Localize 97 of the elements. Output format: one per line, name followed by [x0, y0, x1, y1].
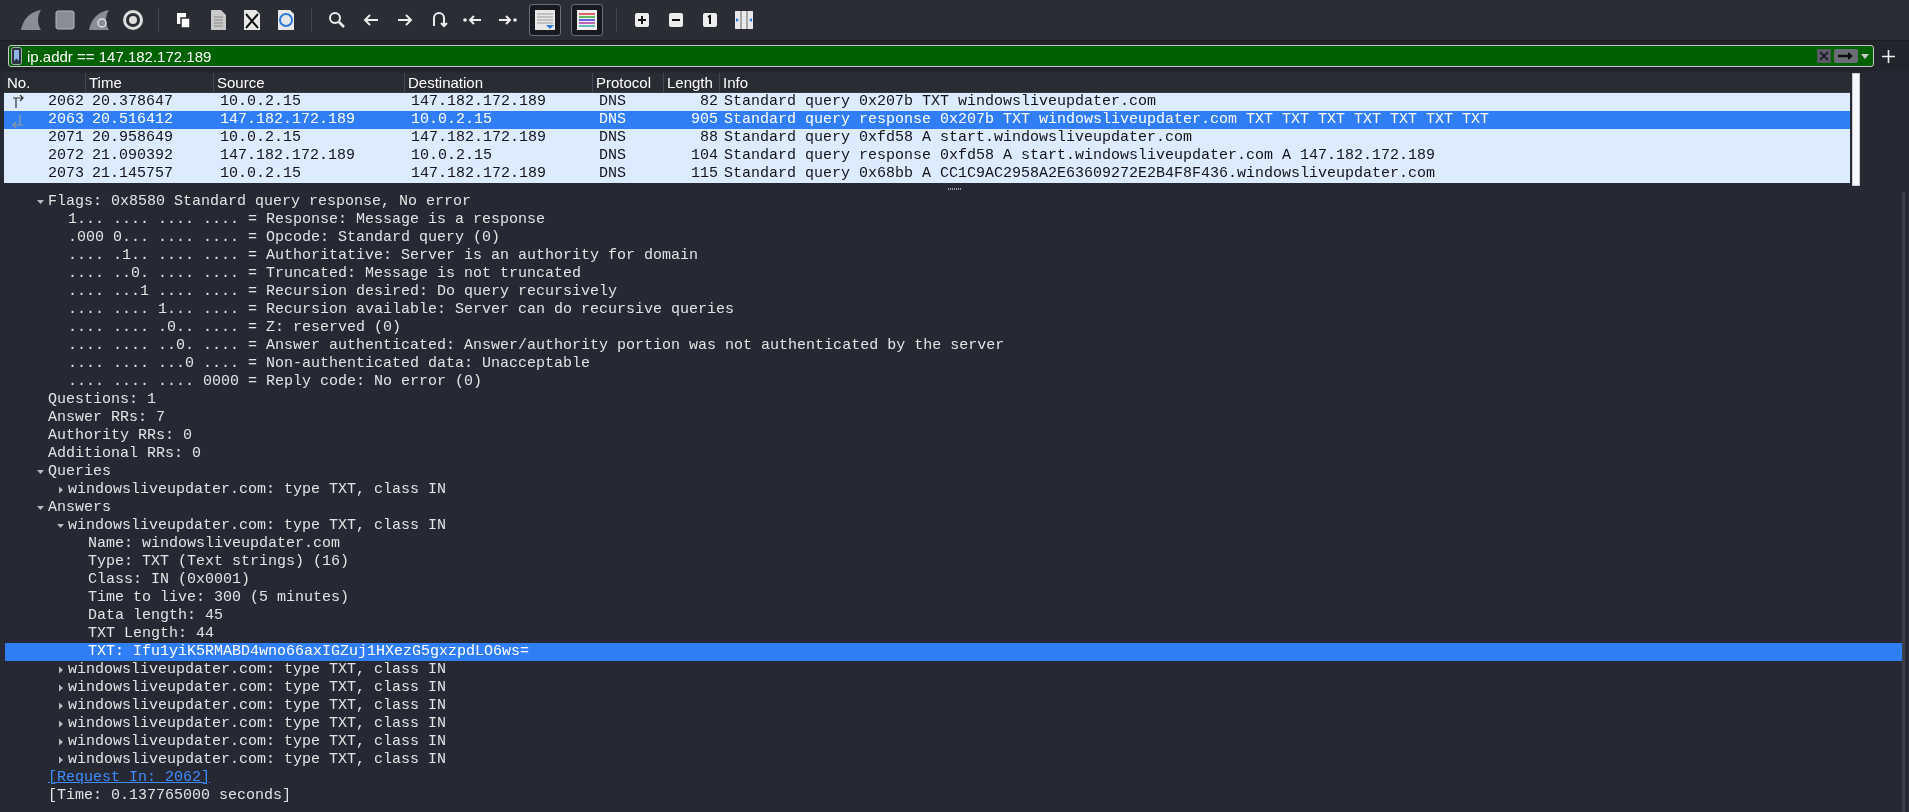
tree-item[interactable]: windowsliveupdater.com: type TXT, class IN [5, 715, 1902, 733]
column-header[interactable]: Length [664, 73, 720, 92]
table-cell: 2063 [48, 111, 84, 128]
table-cell: 2062 [48, 93, 84, 110]
tree-item[interactable]: Additional RRs: 0 [5, 445, 1902, 463]
tree-item[interactable]: Flags: 0x8580 Standard query response, No error [5, 193, 1902, 211]
tree-item[interactable]: windowsliveupdater.com: type TXT, class IN [5, 679, 1902, 697]
tree-item[interactable]: .... ...1 .... .... = Recursion desired: Do query recursively [5, 283, 1902, 301]
table-cell: 10.0.2.15 [411, 111, 492, 128]
tree-item[interactable]: TXT: Ifu1yiK5RMABD4wno66axIGZuj1HXezG5gxzpdLO6ws= [5, 643, 1902, 661]
table-cell: DNS [599, 147, 626, 164]
scrollbar[interactable] [1852, 73, 1860, 186]
clear-icon[interactable] [1817, 49, 1831, 63]
column-header[interactable]: Destination [405, 73, 593, 92]
table-cell: Standard query 0x207b TXT windowsliveupdater.com [724, 93, 1157, 110]
table-cell: DNS [599, 129, 626, 146]
tree-item[interactable]: Answers [5, 499, 1902, 517]
table-cell: 905 [691, 111, 718, 128]
tree-item[interactable]: windowsliveupdater.com: type TXT, class IN [5, 517, 1902, 535]
packet-row[interactable]: 2063 20.516412 147.182.172.189 10.0.2.15 DNS 905 Standard query response 0x207b TXT windowsliveupdater.com TXT TXT TXT TXT TXT TXT TXT [4, 111, 1850, 129]
tree-item[interactable]: windowsliveupdater.com: type TXT, class IN [5, 481, 1902, 499]
table-cell: 2072 [48, 147, 84, 164]
packet-row[interactable]: 2062 20.378647 10.0.2.15 147.182.172.189 DNS 82 Standard query 0x207b TXT windowsliveupdater.com [4, 93, 1850, 111]
tree-item[interactable]: Questions: 1 [5, 391, 1902, 409]
dropdown-caret-icon[interactable] [1861, 53, 1869, 59]
display-filter-field[interactable]: ip.addr == 147.182.172.189 [8, 45, 1874, 67]
column-header[interactable]: No. [4, 73, 86, 92]
auto-scroll-icon[interactable] [529, 4, 561, 36]
packet-row[interactable]: 2071 20.958649 10.0.2.15 147.182.172.189 DNS 88 Standard query 0xfd58 A start.windowsliveupdater.com [4, 129, 1850, 147]
table-cell: 147.182.172.189 [411, 93, 547, 110]
tree-item[interactable]: .... .... 1... .... = Recursion available: Server can do recursive queries [5, 301, 1902, 319]
tree-item[interactable]: Authority RRs: 0 [5, 427, 1902, 445]
table-cell: 21.090392 [92, 147, 173, 164]
table-cell: Standard query response 0xfd58 A start.windowsliveupdater.com A 147.182.172.189 [724, 147, 1436, 164]
tree-item[interactable]: .... ..0. .... .... = Truncated: Message is not truncated [5, 265, 1902, 283]
tree-item[interactable]: [Time: 0.137765000 seconds] [5, 787, 1902, 805]
tree-item[interactable]: Data length: 45 [5, 607, 1902, 625]
table-cell: 10.0.2.15 [220, 165, 301, 182]
table-cell: 2071 [48, 129, 84, 146]
add-button-icon[interactable] [1882, 49, 1895, 63]
restart-fin-icon[interactable] [87, 8, 111, 32]
table-cell: 20.958649 [92, 129, 173, 146]
table-cell: 147.182.172.189 [411, 165, 547, 182]
column-header[interactable]: Time [86, 73, 214, 92]
table-cell: 147.182.172.189 [411, 129, 547, 146]
colorize-icon[interactable] [571, 4, 603, 36]
tree-item[interactable]: windowsliveupdater.com: type TXT, class IN [5, 751, 1902, 769]
table-cell: DNS [599, 93, 626, 110]
table-cell: 10.0.2.15 [220, 129, 301, 146]
column-header[interactable]: Protocol [593, 73, 664, 92]
tree-item[interactable]: .... .... ..0. .... = Answer authenticated: Answer/authority portion was not authenticated by the server [5, 337, 1902, 355]
settings-icon[interactable] [121, 8, 145, 32]
table-cell: 147.182.172.189 [220, 111, 356, 128]
resize-columns-icon[interactable] [732, 8, 756, 32]
table-cell: Standard query 0xfd58 A start.windowsliveupdater.com [724, 129, 1193, 146]
packet-row[interactable]: 2073 21.145757 10.0.2.15 147.182.172.189 DNS 115 Standard query 0x68bb A CC1C9AC2958A2E63609272E2B4F8F436.windowsliveupdater.com [4, 165, 1850, 183]
table-cell: 21.145757 [92, 165, 173, 182]
table-cell: 20.516412 [92, 111, 173, 128]
table-cell: 10.0.2.15 [220, 93, 301, 110]
tree-item[interactable]: Type: TXT (Text strings) (16) [5, 553, 1902, 571]
table-cell: Standard query 0x68bb A CC1C9AC2958A2E63609272E2B4F8F436.windowsliveupdater.com [724, 165, 1436, 182]
tree-item[interactable]: Queries [5, 463, 1902, 481]
tree-item[interactable]: windowsliveupdater.com: type TXT, class IN [5, 697, 1902, 715]
tree-item[interactable]: .... .1.. .... .... = Authoritative: Server is an authority for domain [5, 247, 1902, 265]
tree-item[interactable]: Time to live: 300 (5 minutes) [5, 589, 1902, 607]
tree-item[interactable]: Name: windowsliveupdater.com [5, 535, 1902, 553]
bookmark-icon[interactable] [11, 47, 22, 65]
stop-icon[interactable] [53, 8, 77, 32]
column-header[interactable]: Info [720, 73, 1850, 92]
packet-row[interactable]: 2072 21.090392 147.182.172.189 10.0.2.15 DNS 104 Standard query response 0xfd58 A start.windowsliveupdater.com A 147.182.172.189 [4, 147, 1850, 165]
table-cell: 2073 [48, 165, 84, 182]
table-cell: Standard query response 0x207b TXT windowsliveupdater.com TXT TXT TXT TXT TXT TXT TXT [724, 111, 1490, 128]
table-cell: 82 [700, 93, 718, 110]
tree-item[interactable]: .... .... ...0 .... = Non-authenticated data: Unacceptable [5, 355, 1902, 373]
link[interactable]: [Request In: 2062] [48, 769, 211, 787]
table-cell: 88 [700, 129, 718, 146]
request-arrow-icon[interactable] [12, 95, 24, 110]
splitter-handle[interactable] [947, 188, 962, 190]
table-cell: 104 [691, 147, 718, 164]
tree-item[interactable]: .... .... .0.. .... = Z: reserved (0) [5, 319, 1902, 337]
table-cell: DNS [599, 111, 626, 128]
table-cell: 10.0.2.15 [411, 147, 492, 164]
table-cell: 115 [691, 165, 718, 182]
tree-item[interactable]: [Request In: 2062] [5, 769, 1902, 787]
fin-icon[interactable] [19, 8, 43, 32]
table-cell: DNS [599, 165, 626, 182]
tree-item[interactable]: 1... .... .... .... = Response: Message is a response [5, 211, 1902, 229]
tree-item[interactable]: .000 0... .... .... = Opcode: Standard query (0) [5, 229, 1902, 247]
tree-item[interactable]: .... .... .... 0000 = Reply code: No error (0) [5, 373, 1902, 391]
table-cell: 147.182.172.189 [220, 147, 356, 164]
tree-item[interactable]: Answer RRs: 7 [5, 409, 1902, 427]
tree-item[interactable]: windowsliveupdater.com: type TXT, class IN [5, 733, 1902, 751]
tree-item[interactable]: TXT Length: 44 [5, 625, 1902, 643]
tree-item[interactable]: windowsliveupdater.com: type TXT, class IN [5, 661, 1902, 679]
column-header[interactable]: Source [214, 73, 405, 92]
table-cell: 20.378647 [92, 93, 173, 110]
tree-item[interactable]: Class: IN (0x0001) [5, 571, 1902, 589]
